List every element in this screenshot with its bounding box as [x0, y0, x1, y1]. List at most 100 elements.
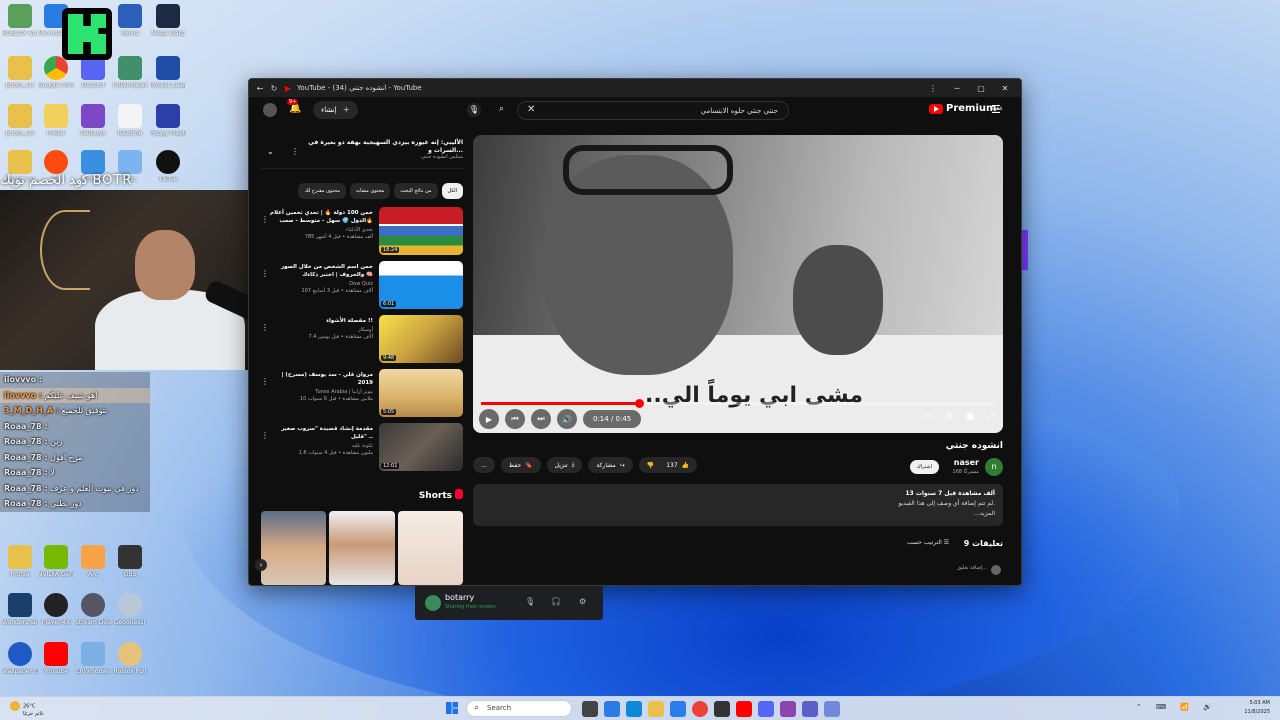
youtube-icon[interactable]: YouTube: [38, 642, 74, 675]
video-title[interactable]: خمن اسم الشخص من خلال الصور والحروف | اخ…: [267, 263, 373, 279]
reload-icon[interactable]: ↻: [269, 83, 279, 93]
back-icon[interactable]: ←: [255, 83, 265, 93]
voice-search-icon[interactable]: 🎙: [467, 103, 481, 117]
progress-bar[interactable]: [481, 399, 995, 408]
store-icon[interactable]: [670, 701, 686, 717]
video-channel[interactable]: تحدي الأذكياء: [267, 227, 373, 233]
discord-icon[interactable]: Discord: [75, 56, 111, 89]
play-icon[interactable]: ▶: [479, 409, 499, 429]
desktop-icon[interactable]: photo_(1): [2, 56, 38, 89]
search-icon[interactable]: ⌕: [499, 104, 504, 114]
maximize-button[interactable]: ▢: [969, 84, 993, 93]
chevron-down-icon[interactable]: ⌄: [267, 147, 274, 156]
video-channel[interactable]: Tunes Arabia | تيونز أرابيا: [267, 389, 373, 395]
desktop-icon[interactable]: OBS: [112, 545, 148, 578]
system-tray-icons[interactable]: ⌃ ⌨ 📶 🔊: [1136, 703, 1218, 711]
more-icon[interactable]: ⋮: [261, 269, 269, 278]
recommended-video[interactable]: 6:01 خمن اسم الشخص من خلال الصور والحروف…: [261, 259, 463, 311]
taskbar-search[interactable]: Search: [466, 700, 572, 717]
desktop-icon[interactable]: FallGuys: [75, 104, 111, 137]
chip-recommended[interactable]: محتوى مقترح لك: [298, 183, 347, 199]
channel-avatar[interactable]: n: [985, 458, 1003, 476]
weather-widget[interactable]: 26°C غائم جزئيًا: [10, 701, 44, 718]
short-video[interactable]: [261, 511, 327, 585]
file-explorer-icon[interactable]: [648, 701, 664, 717]
recommended-video[interactable]: 18:24 خمن 100 دولة 🔥 | تحدي تخمين أعلام …: [261, 205, 463, 257]
more-icon[interactable]: ⋮: [291, 147, 299, 156]
settings-icon[interactable]: ⚙: [945, 411, 954, 422]
clock[interactable]: 5:03 AM 11/8/2025: [1244, 699, 1270, 717]
more-actions-button[interactable]: ...: [473, 457, 495, 473]
desktop-icon[interactable]: Player 4K: [38, 593, 74, 626]
desktop-icon[interactable]: Wallpaper Engine: [2, 642, 38, 675]
chevron-left-icon[interactable]: ‹: [255, 559, 267, 571]
desktop-icon[interactable]: Poppy Playtime: [150, 104, 186, 137]
folder-icon[interactable]: Folder: [38, 104, 74, 137]
desktop-icon[interactable]: Geoguessr: [112, 593, 148, 626]
video-player[interactable]: مشى ابي يوماً الي.. ▶ ⏮ ⏭ 🔊 0:14 / 0:45 …: [473, 135, 1003, 433]
obs-icon[interactable]: [714, 701, 730, 717]
save-button[interactable]: حفظ 🔖: [500, 457, 541, 473]
close-button[interactable]: ✕: [993, 84, 1017, 93]
chrome-icon[interactable]: [692, 701, 708, 717]
desktop-icon[interactable]: Arc: [75, 545, 111, 578]
create-button[interactable]: إنشاء ＋: [313, 101, 358, 119]
desktop-icon[interactable]: Rocket League: [150, 56, 186, 89]
video-thumbnail[interactable]: 18:24: [379, 207, 463, 255]
task-view-icon[interactable]: [582, 701, 598, 717]
like-dislike-button[interactable]: 👎 137 👍: [638, 457, 698, 473]
chip-related[interactable]: محتوى مشابه: [350, 183, 391, 199]
video-channel[interactable]: Dow Quiz: [267, 281, 373, 287]
desktop-icon[interactable]: Roblox Pull: [112, 642, 148, 675]
file-icon[interactable]: Readme: [112, 104, 148, 137]
nvidia-icon[interactable]: NVIDIA GeForce: [38, 545, 74, 578]
captions-icon[interactable]: ▭: [923, 411, 932, 422]
minimize-button[interactable]: ─: [945, 84, 969, 93]
desktop-icon[interactable]: Mega Warp: [150, 4, 186, 37]
fullscreen-icon[interactable]: ⤢: [987, 411, 995, 422]
more-icon[interactable]: ⋮: [261, 323, 269, 332]
description-box[interactable]: 13 ألف مشاهدة قبل 7 سنوات لم تتم إضافة أ…: [473, 484, 1003, 526]
more-icon[interactable]: ⋮: [261, 431, 269, 440]
share-button[interactable]: مشاركة ↪: [588, 457, 633, 473]
desktop-icon[interactable]: Sylvia: [112, 4, 148, 37]
video-channel[interactable]: أوسكار: [267, 327, 373, 333]
chip-all[interactable]: الكل: [441, 183, 463, 199]
short-video[interactable]: [329, 511, 395, 585]
add-comment-field[interactable]: إضافة تعليق...: [889, 565, 1003, 571]
discord-icon[interactable]: [758, 701, 774, 717]
teams-icon[interactable]: [802, 701, 818, 717]
clear-search-icon[interactable]: ✕: [527, 104, 535, 115]
sort-comments-button[interactable]: الترتيب حسب ☰: [907, 539, 949, 546]
gear-icon[interactable]: ⚙: [579, 597, 586, 606]
folder-icon[interactable]: Profile: [2, 545, 38, 578]
desktop-icon[interactable]: Stream Desk: [75, 593, 111, 626]
video-title[interactable]: مقدمة إنشاد قصيدة "سروب صغير قليل" ..: [267, 425, 373, 441]
hamburger-menu-icon[interactable]: ☰: [991, 103, 1001, 116]
more-icon[interactable]: ⋮: [921, 84, 945, 93]
desktop-icon[interactable]: Wondershare Filmora: [2, 593, 38, 626]
app-icon[interactable]: [780, 701, 796, 717]
video-thumbnail[interactable]: 6:01: [379, 261, 463, 309]
avatar[interactable]: [425, 595, 441, 611]
description-more-link[interactable]: ...المزيد: [481, 509, 995, 519]
windows-start-icon[interactable]: [446, 702, 458, 714]
more-icon[interactable]: ⋮: [261, 215, 269, 224]
recommended-video[interactable]: 9:48 مقصلة الأشواء !! أوسكار 7.4 آلاف مشاه…: [261, 313, 463, 365]
short-video[interactable]: [397, 511, 463, 585]
video-thumbnail[interactable]: 5:05: [379, 369, 463, 417]
recommended-video[interactable]: 12:01 مقدمة إنشاد قصيدة "سروب صغير قليل"…: [261, 421, 463, 473]
more-icon[interactable]: ⋮: [261, 377, 269, 386]
avatar[interactable]: [263, 103, 277, 117]
like-icon[interactable]: 👍: [682, 462, 689, 469]
video-thumbnail[interactable]: 12:01: [379, 423, 463, 471]
volume-icon[interactable]: 🔊: [557, 409, 577, 429]
desktop-icon[interactable]: CRWindows: [112, 56, 148, 89]
subscribe-button[interactable]: اشتراك: [909, 460, 939, 474]
chip-from-search[interactable]: من نتائج البحث: [394, 183, 438, 199]
next-icon[interactable]: ⏭: [531, 409, 551, 429]
desktop-icon[interactable]: CRWindows: [75, 642, 111, 675]
video-channel[interactable]: ثكونة عليه: [267, 443, 373, 449]
download-button[interactable]: تنزيل ⤓: [546, 457, 583, 473]
window-titlebar[interactable]: ← ↻ ▶ YouTube - انشوده جنتي (34) - YouTu…: [249, 79, 1021, 97]
